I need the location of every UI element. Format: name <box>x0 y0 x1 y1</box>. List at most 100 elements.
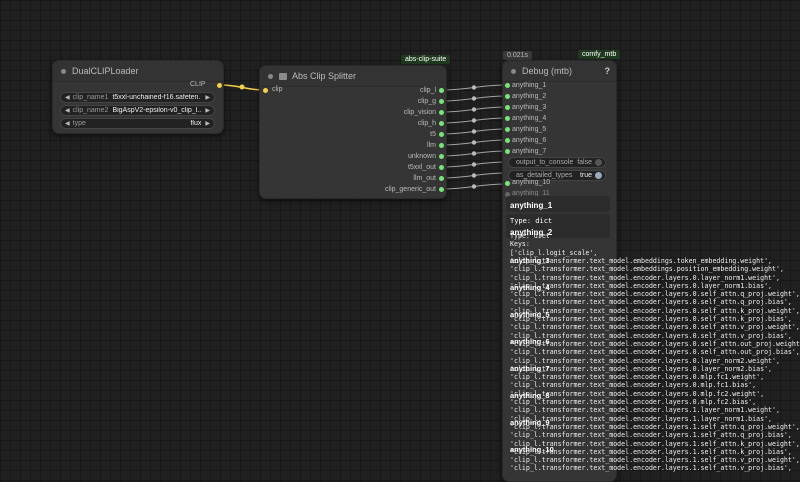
wire-midpoint-4 <box>471 129 477 134</box>
input-slot-anything-2[interactable] <box>505 94 510 99</box>
debug-output-line: 'clip_l.transformer.text_model.encoder.l… <box>510 356 780 365</box>
output-label-clip-h: clip_h <box>417 120 436 127</box>
output-label-t5xxl-out: t5xxl_out <box>407 164 436 171</box>
input-slot-anything-1[interactable] <box>505 83 510 88</box>
collapse-dot-icon[interactable] <box>61 68 66 74</box>
input-label-anything-3: anything_3 <box>512 104 547 111</box>
input-label-anything-10: anything_10 <box>512 179 551 186</box>
image-icon <box>279 72 287 80</box>
node-title: Abs Clip Splitter <box>292 71 357 81</box>
overlap-heading-anything-9: anything_9 <box>510 418 550 427</box>
node-header[interactable]: DualCLIPLoader <box>53 61 223 82</box>
debug-output-line: Keys: <box>510 240 530 249</box>
toggle-value: false <box>577 159 592 166</box>
input-label-anything-7: anything_7 <box>512 148 547 155</box>
debug-output-line: 'clip_l.transformer.text_model.encoder.l… <box>510 464 792 473</box>
toggle-knob[interactable] <box>595 172 602 179</box>
wire-midpoint-8 <box>471 173 477 178</box>
arrow-left-icon[interactable]: ◀ <box>65 107 70 114</box>
output-slot-unknown[interactable] <box>439 154 444 159</box>
widget-label: clip_name2 <box>72 107 109 114</box>
overlap-heading-anything-5: anything_5 <box>510 310 550 319</box>
node-badge: comfy_mtb <box>578 50 621 59</box>
widget-value: t5xxl-unchained-f16.safeten... <box>112 94 202 101</box>
input-label-anything-2: anything_2 <box>512 93 547 100</box>
arrow-right-icon[interactable]: ▶ <box>205 107 210 114</box>
wire-group-splitter-to-debug <box>440 84 508 190</box>
output-label-clip-l: clip_l <box>420 87 436 94</box>
output-label-clip-vision: clip_vision <box>403 109 436 116</box>
wire-midpoint-7 <box>471 162 477 167</box>
output-slot-llm[interactable] <box>439 143 444 148</box>
help-icon[interactable]: ? <box>605 66 611 76</box>
output-slot-llm-out[interactable] <box>439 176 444 181</box>
wire-midpoint-1 <box>471 96 477 101</box>
output-to-console-toggle[interactable]: output_to_console false <box>508 157 606 168</box>
debug-output-line: 'clip_l.transformer.text_model.embedding… <box>510 265 784 274</box>
output-label-t5: t5 <box>430 131 436 138</box>
widget-value: BigAspV2-epsilon-v0_clip_l... <box>112 107 202 114</box>
timing-badge: 0.021s <box>503 51 533 60</box>
debug-output-line: 'clip_l.transformer.text_model.encoder.l… <box>510 339 800 348</box>
output-slot-clip[interactable] <box>217 83 222 88</box>
toggle-label: output_to_console <box>516 159 574 166</box>
wire-midpoint <box>239 84 245 90</box>
debug-output-line: 'clip_l.transformer.text_model.encoder.l… <box>510 306 800 315</box>
collapse-dot-icon[interactable] <box>268 73 273 79</box>
output-slot-clip-generic-out[interactable] <box>439 187 444 192</box>
input-slot-anything-6[interactable] <box>505 138 510 143</box>
debug-output-line: 'clip_l.transformer.text_model.encoder.l… <box>510 315 792 323</box>
input-label-anything-6: anything_6 <box>512 137 547 144</box>
debug-output-line: Type: dict <box>510 232 550 240</box>
clip-name1-combo[interactable]: ◀ clip_name1 t5xxl-unchained-f16.safeten… <box>60 92 215 103</box>
input-label-clip: clip <box>272 86 283 93</box>
output-label-clip: CLIP <box>190 81 206 88</box>
output-slot-t5xxl-out[interactable] <box>439 165 444 170</box>
node-header[interactable]: Abs Clip Splitter <box>260 66 446 87</box>
arrow-right-icon[interactable]: ▶ <box>205 120 210 127</box>
widget-label: type <box>72 120 86 127</box>
overlap-heading-anything-6: anything_6 <box>510 337 550 346</box>
input-label-anything-4: anything_4 <box>512 115 547 122</box>
node-header[interactable]: Debug (mtb) ? <box>503 61 616 82</box>
debug-output-line: 'clip_l.transformer.text_model.encoder.l… <box>510 331 792 340</box>
debug-output-line: 'clip_l.transformer.text_model.encoder.l… <box>510 456 800 465</box>
wire-midpoint-3 <box>471 118 477 123</box>
collapse-dot-icon[interactable] <box>511 68 516 74</box>
input-slot-clip[interactable] <box>263 88 268 93</box>
widget-label: clip_name1 <box>72 94 109 101</box>
input-slot-anything-4[interactable] <box>505 116 510 121</box>
debug-output-line: 'clip_l.transformer.text_model.encoder.l… <box>510 373 765 382</box>
debug-output-line: 'clip_l.transformer.text_model.encoder.l… <box>510 323 800 332</box>
wire-midpoint-2 <box>471 107 477 112</box>
arrow-left-icon[interactable]: ◀ <box>65 120 70 127</box>
debug-output-line: 'clip_l.transformer.text_model.encoder.l… <box>510 422 800 431</box>
type-combo[interactable]: ◀ type flux ▶ <box>60 118 215 129</box>
preview-type: Type: dict <box>510 217 553 225</box>
output-slot-clip-vision[interactable] <box>439 110 444 115</box>
output-slot-clip-h[interactable] <box>439 121 444 126</box>
input-slot-anything-10[interactable] <box>505 181 510 186</box>
preview-heading: anything_1 <box>510 201 553 210</box>
input-slot-anything-7[interactable] <box>505 149 510 154</box>
toggle-knob[interactable] <box>595 159 602 166</box>
output-label-unknown: unknown <box>407 153 436 160</box>
debug-output-line: 'clip_l.transformer.text_model.encoder.l… <box>510 298 792 307</box>
debug-output-line: 'clip_l.transformer.text_model.encoder.l… <box>510 406 780 415</box>
output-slot-clip-g[interactable] <box>439 99 444 104</box>
node-badge: abs-clip-suite <box>401 55 451 64</box>
input-slot-anything-3[interactable] <box>505 105 510 110</box>
debug-output-line: 'clip_l.transformer.text_model.encoder.l… <box>510 348 800 357</box>
overlap-heading-anything-4: anything_4 <box>510 283 550 292</box>
output-slot-t5[interactable] <box>439 132 444 137</box>
output-slot-clip-l[interactable] <box>439 88 444 93</box>
node-title: DualCLIPLoader <box>72 66 139 76</box>
wire-midpoint-9 <box>471 184 477 189</box>
node-title: Debug (mtb) <box>522 66 573 76</box>
clip-name2-combo[interactable]: ◀ clip_name2 BigAspV2-epsilon-v0_clip_l.… <box>60 105 215 116</box>
input-slot-anything-5[interactable] <box>505 127 510 132</box>
arrow-right-icon[interactable]: ▶ <box>205 94 210 101</box>
arrow-left-icon[interactable]: ◀ <box>65 94 70 101</box>
input-label-anything-1: anything_1 <box>512 82 547 89</box>
input-label-anything-5: anything_5 <box>512 126 547 133</box>
